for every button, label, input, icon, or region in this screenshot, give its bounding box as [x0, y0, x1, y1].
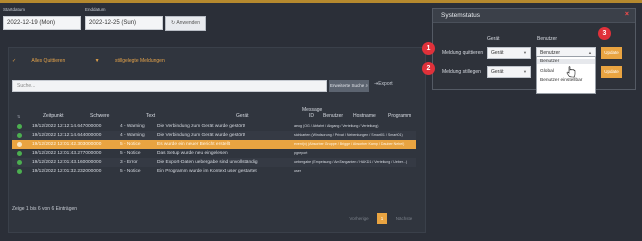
cell-text: Die Verbindung zum Gerät wurde gestört! — [157, 133, 246, 138]
refresh-icon: ↻ — [171, 20, 176, 26]
next-page-button[interactable]: Nächste — [390, 213, 418, 224]
cell-device: event(x) (Absorber Gruppe / Brigge / Abs… — [294, 142, 405, 146]
table-info: Zeige 1 bis 6 von 6 Einträgen — [12, 206, 78, 212]
top-accent-bar — [0, 0, 642, 3]
cell-text: Es wurde ein neuer Bericht erstellt — [157, 142, 231, 147]
ack-device-value: Gerät — [491, 50, 504, 56]
suppressed-label: stillgelegte Meldungen — [114, 58, 165, 64]
systemstatus-dialog: Systemstatus × Gerät Benutzer Meldung qu… — [432, 8, 636, 90]
cell-device: pgreport — [294, 151, 308, 155]
cell-text: Die Verbindung zum Gerät wurde gestört! — [157, 124, 246, 129]
prev-page-button[interactable]: Vorherige — [344, 213, 374, 224]
dropdown-option[interactable]: Benutzer — [537, 59, 595, 64]
messages-table: 19/12/2022 12:12:14.647000000 4 - Warnin… — [12, 122, 416, 176]
end-date-label: Enddatum — [85, 7, 106, 12]
col-text[interactable]: Text — [146, 113, 155, 119]
status-ok-icon — [17, 142, 22, 147]
ack-row-label: Meldung quittieren — [442, 50, 484, 56]
status-ok-icon — [17, 160, 22, 165]
status-ok-icon — [17, 124, 22, 129]
cell-severity: 5 - Notice — [120, 169, 141, 174]
cell-time: 19/12/2022 12:12:14.647000000 — [32, 124, 102, 129]
start-date-input[interactable]: 2022-12-19 (Mon) — [3, 16, 81, 30]
cell-severity: 4 - Warning — [120, 133, 145, 138]
cell-time: 19/12/2022 12:01:43.277000000 — [32, 151, 102, 156]
cell-device: sichkarten (Windsorung / Privat / Nebenl… — [294, 133, 403, 137]
col-program[interactable]: Programm — [388, 113, 411, 119]
suppress-device-select[interactable]: Gerät ▼ — [487, 66, 531, 78]
search-icon: ⌕ — [365, 83, 369, 88]
dialog-title: Systemstatus — [441, 12, 481, 19]
cell-time: 19/12/2022 12:01:32.232000000 — [32, 169, 102, 174]
export-label: Export — [378, 81, 393, 87]
start-date-field: Startdatum 2022-12-19 (Mon) — [3, 7, 81, 30]
col-device[interactable]: Gerät — [236, 113, 249, 119]
advanced-search-button[interactable]: Erweiterte Suche ⌕ — [329, 80, 369, 92]
sort-icon[interactable]: ⇅ — [17, 114, 20, 119]
cell-text: Ein Programm wurde im Kontext user gesta… — [157, 169, 257, 174]
table-row[interactable]: 19/12/2022 12:12:14.644000000 4 - Warnin… — [12, 131, 416, 140]
dialog-header: Systemstatus × — [433, 9, 635, 23]
col-message-id[interactable]: ID — [309, 113, 314, 119]
cell-time: 19/12/2022 12:01:42.303000000 — [32, 142, 102, 147]
chevron-down-icon: ▼ — [523, 69, 527, 74]
col-device-header: Gerät — [487, 36, 500, 42]
table-row[interactable]: 19/12/2022 12:01:32.232000000 5 - Notice… — [12, 167, 416, 176]
suppressed-messages-link[interactable]: ▼ stillgelegte Meldungen — [95, 58, 179, 64]
ack-update-button[interactable]: Update — [601, 47, 622, 59]
end-date-field: Enddatum 2022-12-25 (Sun) — [85, 7, 163, 30]
annotation-badge-2: 2 — [422, 62, 435, 75]
search-input[interactable]: Suche... — [12, 80, 327, 92]
chevron-down-icon: ▼ — [523, 50, 527, 55]
dropdown-option[interactable]: Global — [540, 69, 554, 74]
cell-device: aeog (OG / Abfahrt / Abgang / Verteilung… — [294, 124, 379, 128]
table-row[interactable]: 19/12/2022 12:12:14.647000000 4 - Warnin… — [12, 122, 416, 131]
ack-all-link[interactable]: ✓ Alles Quittieren — [12, 58, 79, 64]
cell-text: Das Setup wurde neu eingelesen — [157, 151, 228, 156]
table-row-selected[interactable]: 19/12/2022 12:01:42.303000000 5 - Notice… — [12, 140, 416, 149]
close-icon[interactable]: × — [625, 11, 629, 18]
status-ok-icon — [17, 133, 22, 138]
advanced-search-label: Erweiterte Suche — [329, 83, 365, 88]
apply-button[interactable]: ↻ Anwenden — [165, 16, 206, 31]
col-severity[interactable]: Schwere — [90, 113, 109, 119]
search-row: Suche... Erweiterte Suche ⌕ ⇥Export — [12, 80, 416, 92]
table-row[interactable]: 19/12/2022 12:01:43.277000000 5 - Notice… — [12, 149, 416, 158]
table-header: ⇅ Zeitpunkt Schwere Text Gerät Message I… — [12, 104, 416, 120]
cell-severity: 5 - Notice — [120, 151, 141, 156]
status-ok-icon — [17, 151, 22, 156]
export-button[interactable]: ⇥Export — [374, 81, 393, 87]
cell-text: Die Export-Daten uebergabe sind unvollst… — [157, 160, 258, 165]
cell-device: user — [294, 169, 301, 173]
cell-severity: 5 - Notice — [120, 142, 141, 147]
cell-severity: 4 - Warning — [120, 124, 145, 129]
apply-button-label: Anwenden — [176, 20, 200, 26]
col-hostname[interactable]: Hostname — [353, 113, 376, 119]
table-row[interactable]: 19/12/2022 12:01:43.160000000 3 - Error … — [12, 158, 416, 167]
annotation-badge-3: 3 — [598, 27, 611, 40]
suppress-row-label: Meldung stillegen — [442, 69, 481, 75]
suppress-device-value: Gerät — [491, 69, 504, 75]
action-links: ✓ Alles Quittieren ▼ stillgelegte Meldun… — [12, 58, 193, 64]
page-1-button[interactable]: 1 — [377, 213, 387, 224]
cell-device: uebergabe (Empeisung / AmTanganten / HAK… — [294, 160, 408, 164]
filter-icon: ▼ — [94, 58, 100, 64]
end-date-input[interactable]: 2022-12-25 (Sun) — [85, 16, 163, 30]
col-user[interactable]: Benutzer — [323, 113, 343, 119]
dropdown-option[interactable]: Benutzer einstellbar — [540, 78, 590, 84]
cell-time: 19/12/2022 12:01:43.160000000 — [32, 160, 102, 165]
hand-cursor-icon — [566, 66, 576, 78]
suppress-update-button[interactable]: Update — [601, 66, 622, 78]
cell-time: 19/12/2022 12:12:14.644000000 — [32, 133, 102, 138]
status-ok-icon — [17, 169, 22, 174]
ack-device-select[interactable]: Gerät ▼ — [487, 47, 531, 59]
col-time[interactable]: Zeitpunkt — [43, 113, 64, 119]
check-icon: ✓ — [12, 58, 17, 64]
cell-severity: 3 - Error — [120, 160, 138, 165]
col-user-header: Benutzer — [537, 36, 558, 42]
annotation-badge-1: 1 — [422, 42, 435, 55]
start-date-label: Startdatum — [3, 7, 26, 12]
ack-all-label: Alles Quittieren — [31, 58, 66, 64]
